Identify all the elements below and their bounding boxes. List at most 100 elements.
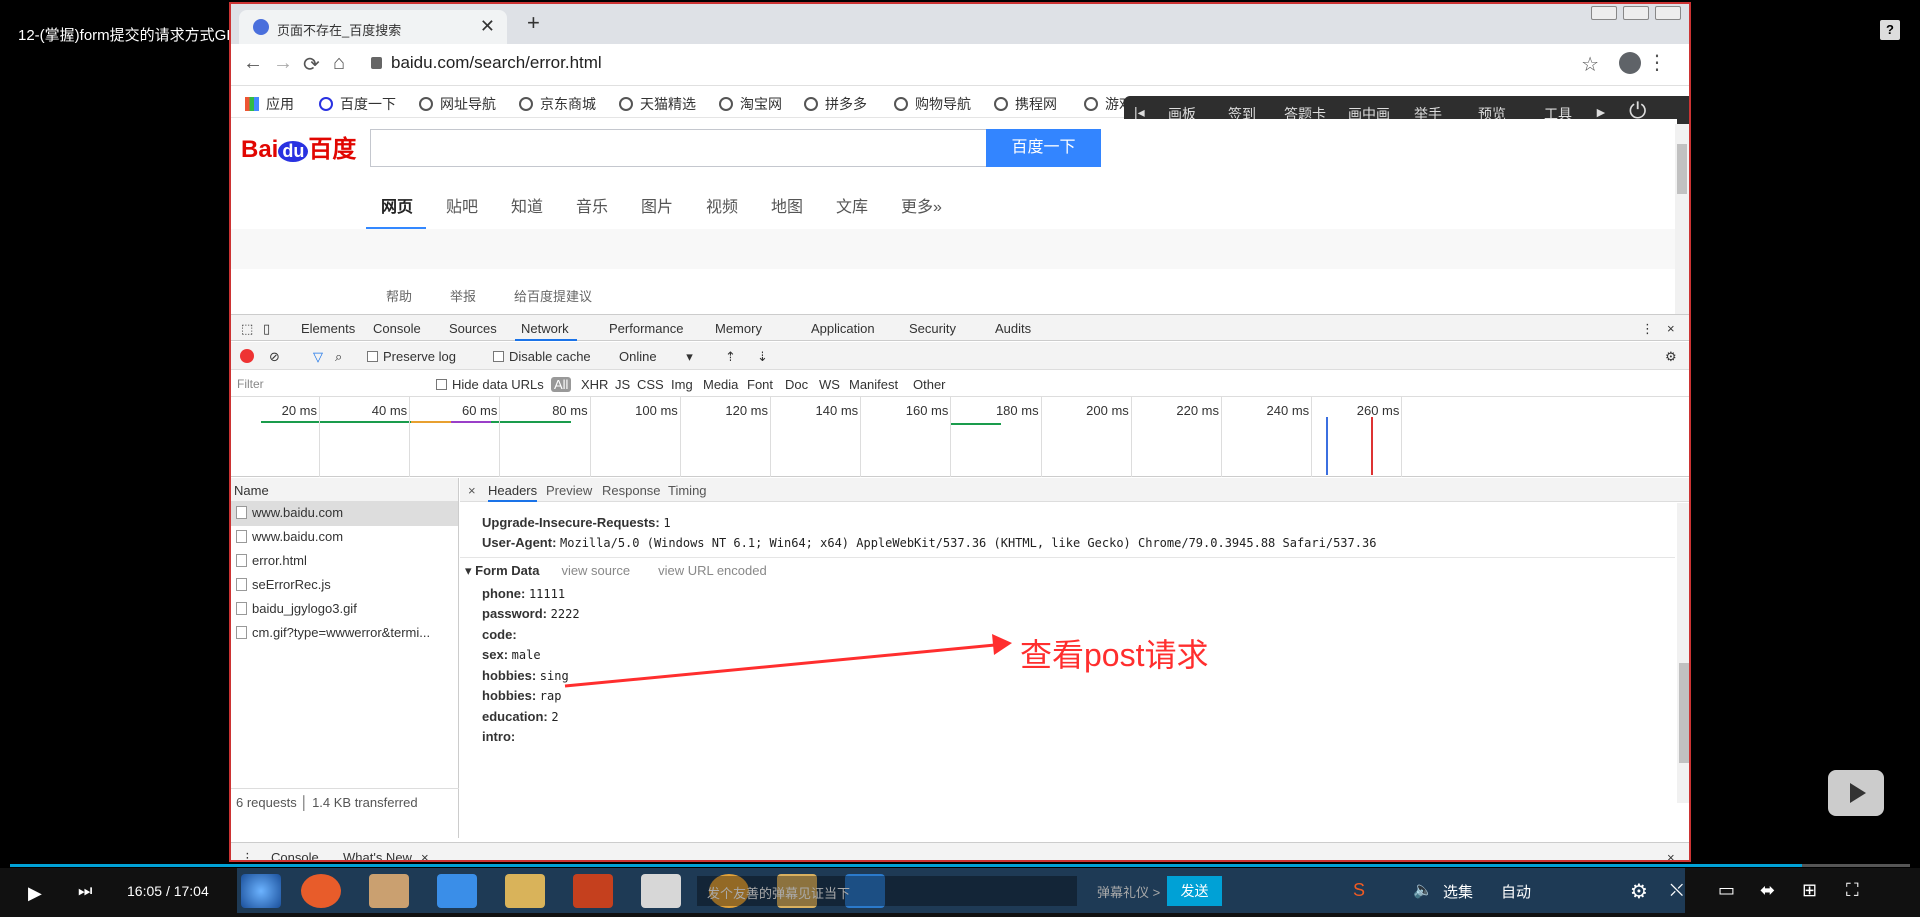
settings-gear-icon[interactable]: ⚙ — [1665, 349, 1677, 365]
tab-elements[interactable]: Elements — [301, 321, 355, 336]
sogou-icon[interactable]: S — [1353, 880, 1365, 901]
filter-input[interactable]: Filter — [233, 375, 413, 393]
tab-response[interactable]: Response — [602, 483, 661, 498]
reload-button[interactable]: ⟳ — [303, 52, 320, 77]
tab-sources[interactable]: Sources — [449, 321, 497, 336]
back-button[interactable]: ← — [243, 52, 263, 75]
filter-type[interactable]: Other — [913, 377, 946, 392]
drawer-tab-whats-new[interactable]: What's New — [343, 850, 412, 860]
clear-icon[interactable]: ⊘ — [269, 349, 280, 365]
episode-select-button[interactable]: 选集 — [1443, 881, 1473, 902]
preserve-log-checkbox[interactable]: Preserve log — [367, 349, 456, 364]
app-icon[interactable] — [301, 874, 341, 908]
autoplay-toggle[interactable]: 自动 — [1501, 881, 1531, 902]
help-icon[interactable]: ? — [1880, 20, 1900, 40]
request-row[interactable]: error.html — [231, 550, 458, 574]
home-button[interactable]: ⌂ — [333, 52, 345, 75]
devtools-menu-icon[interactable]: ⋮ — [1641, 321, 1654, 337]
name-column-header[interactable]: Name — [231, 478, 458, 502]
restore-button[interactable] — [1623, 6, 1649, 20]
bookmark-item[interactable]: 购物导航 — [894, 94, 971, 114]
request-row[interactable]: www.baidu.com — [231, 526, 458, 550]
drawer-tab-console[interactable]: Console — [271, 850, 319, 860]
close-window-button[interactable] — [1655, 6, 1681, 20]
next-icon[interactable]: ⏭ — [78, 883, 92, 901]
bookmark-item[interactable]: 网址导航 — [419, 94, 496, 114]
record-icon[interactable] — [240, 349, 254, 363]
filter-type[interactable]: Doc — [785, 377, 808, 392]
device-toolbar-icon[interactable]: ▯ — [263, 321, 270, 337]
hide-data-urls-checkbox[interactable]: Hide data URLs — [436, 377, 544, 392]
footer-link[interactable]: 帮助 — [386, 286, 412, 305]
request-row[interactable]: cm.gif?type=wwwerror&termi... — [231, 622, 458, 646]
nav-item[interactable]: 网页 — [381, 193, 413, 217]
address-bar[interactable]: baidu.com/search/error.html — [391, 53, 602, 73]
search-button[interactable]: 百度一下 — [986, 129, 1101, 167]
bookmark-star-icon[interactable]: ☆ — [1581, 52, 1599, 77]
filter-type[interactable]: Manifest — [849, 377, 898, 392]
filter-type[interactable]: CSS — [637, 377, 664, 392]
bookmark-item[interactable]: 拼多多 — [804, 94, 867, 114]
nav-item[interactable]: 更多» — [901, 193, 942, 217]
video-progress-bar[interactable] — [10, 864, 1910, 867]
tab-security[interactable]: Security — [909, 321, 956, 336]
browser-tab[interactable]: 页面不存在_百度搜索 ✕ — [239, 10, 507, 44]
danmu-input[interactable]: 发个友善的弹幕见证当下 — [697, 876, 1077, 906]
filter-type[interactable]: Media — [703, 377, 738, 392]
tab-headers[interactable]: Headers — [488, 483, 538, 502]
drawer-tab-close-icon[interactable]: × — [421, 850, 429, 860]
footer-link[interactable]: 给百度提建议 — [514, 286, 592, 305]
bookmark-item[interactable]: 百度一下 — [319, 94, 396, 114]
app-icon[interactable] — [437, 874, 477, 908]
minimize-button[interactable] — [1591, 6, 1617, 20]
bilibili-tv-icon[interactable] — [1828, 770, 1884, 816]
play-icon[interactable]: ▶ — [28, 883, 42, 904]
filter-type[interactable]: JS — [615, 377, 630, 392]
nav-item[interactable]: 文库 — [836, 193, 868, 217]
footer-link[interactable]: 举报 — [450, 286, 476, 305]
nav-item[interactable]: 知道 — [511, 193, 543, 217]
powerpoint-icon[interactable] — [573, 874, 613, 908]
import-icon[interactable]: ⇡ — [725, 349, 736, 365]
start-icon[interactable] — [241, 874, 281, 908]
web-fullscreen-icon[interactable]: ⊞ — [1802, 880, 1817, 901]
view-url-encoded-link[interactable]: view URL encoded — [658, 563, 767, 578]
tab-application[interactable]: Application — [811, 321, 875, 336]
filter-type-all[interactable]: All — [551, 377, 572, 392]
bookmark-item[interactable]: 京东商城 — [519, 94, 596, 114]
bookmark-item[interactable]: 天猫精选 — [619, 94, 696, 114]
tab-performance[interactable]: Performance — [609, 321, 683, 336]
filter-type[interactable]: WS — [819, 377, 840, 392]
tab-network[interactable]: Network — [521, 321, 569, 336]
request-row[interactable]: www.baidu.com — [231, 502, 458, 526]
filter-type[interactable]: Img — [671, 377, 693, 392]
scrollbar-thumb[interactable] — [1679, 663, 1689, 763]
search-icon[interactable]: ⌕ — [335, 349, 342, 365]
pip-icon[interactable]: ▭ — [1718, 880, 1735, 901]
app-icon[interactable] — [369, 874, 409, 908]
request-row[interactable]: seErrorRec.js — [231, 574, 458, 598]
disable-cache-checkbox[interactable]: Disable cache — [493, 349, 591, 364]
drawer-close-icon[interactable]: × — [1667, 850, 1675, 860]
filter-icon[interactable]: ▽ — [313, 349, 323, 365]
bookmark-item[interactable]: 携程网 — [994, 94, 1057, 114]
request-row[interactable]: baidu_jgylogo3.gif — [231, 598, 458, 622]
nav-item[interactable]: 视频 — [706, 193, 738, 217]
search-input[interactable] — [370, 129, 988, 167]
inspect-icon[interactable]: ⬚ — [241, 321, 253, 337]
nav-item[interactable]: 图片 — [641, 193, 673, 217]
settings-gear-icon[interactable]: ⚙ — [1630, 879, 1648, 904]
tab-preview[interactable]: Preview — [546, 483, 592, 498]
app-icon[interactable] — [641, 874, 681, 908]
danmu-toggle-icon[interactable]: ⛌ — [1670, 880, 1683, 901]
nav-item[interactable]: 音乐 — [576, 193, 608, 217]
tab-memory[interactable]: Memory — [715, 321, 762, 336]
volume-icon[interactable]: 🔈 — [1413, 880, 1433, 900]
play-icon[interactable]: ► — [1594, 104, 1608, 120]
tab-close-icon[interactable]: ✕ — [480, 16, 495, 37]
filter-type[interactable]: XHR — [581, 377, 608, 392]
tab-timing[interactable]: Timing — [668, 483, 707, 498]
drawer-menu-icon[interactable]: ⋮ — [241, 850, 254, 860]
throttle-select[interactable]: Online ▾ — [619, 349, 693, 365]
nav-item[interactable]: 地图 — [771, 193, 803, 217]
